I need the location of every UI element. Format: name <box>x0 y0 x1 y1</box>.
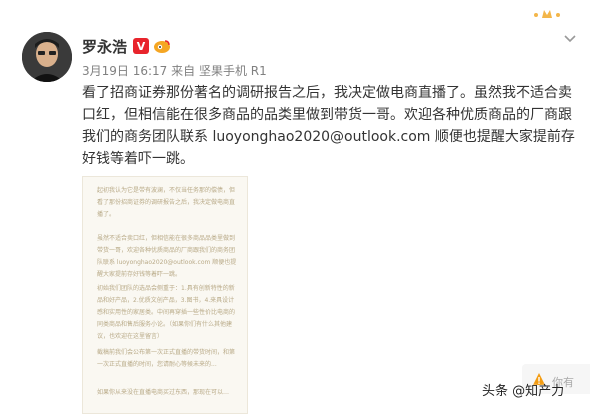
image-paragraph: 截稿前我们会公布第一次正式直播的带货时间，和第一次正式直播的时间，您请耐心等候未… <box>97 349 236 368</box>
watermark: 头条 @知产力 <box>482 384 565 399</box>
post-timestamp[interactable]: 3月19日 16:17 <box>82 64 167 78</box>
post-meta: 3月19日 16:17 来自 坚果手机 R1 <box>82 62 267 79</box>
chevron-down-icon[interactable] <box>562 30 578 46</box>
image-paragraph: 起初我认为它是带有波澜，不仅当任务那的偿债，但看了那份招商证券的调研报告之后，我… <box>97 187 236 218</box>
image-paragraph: 初始我们团队的选品会侧重于：1.具有创新特性的新品和好产品，2.优质文创产品，3… <box>97 285 236 340</box>
weibo-post-card: 罗永浩 V 3月19日 16:17 来自 坚果手机 R1 看了招商证券那份著名的… <box>0 0 590 414</box>
author-name[interactable]: 罗永浩 <box>82 36 127 57</box>
avatar-portrait <box>22 32 72 82</box>
post-text: 看了招商证券那份著名的调研报告之后，我决定做电商直播了。虽然我不适合卖口红，但相… <box>82 85 575 167</box>
verified-badge[interactable]: V <box>133 38 150 54</box>
top-strip <box>0 0 590 20</box>
image-paragraph: 如果你从来没在直播电商买过东西，那现在可以… <box>97 389 230 396</box>
weibo-member-icon[interactable] <box>153 38 171 54</box>
crown-dots-icon <box>534 10 560 18</box>
attached-image[interactable]: 起初我认为它是带有波澜，不仅当任务那的偿债，但看了那份招商证券的调研报告之后，我… <box>82 176 248 414</box>
source-prefix: 来自 <box>171 64 196 78</box>
image-paragraph: 虽然不适合卖口红，但相信能在很多商品品类里做到带货一哥，欢迎各种优质商品的厂商跟… <box>97 235 237 278</box>
post-source: 坚果手机 R1 <box>198 64 267 78</box>
avatar[interactable] <box>22 32 72 82</box>
